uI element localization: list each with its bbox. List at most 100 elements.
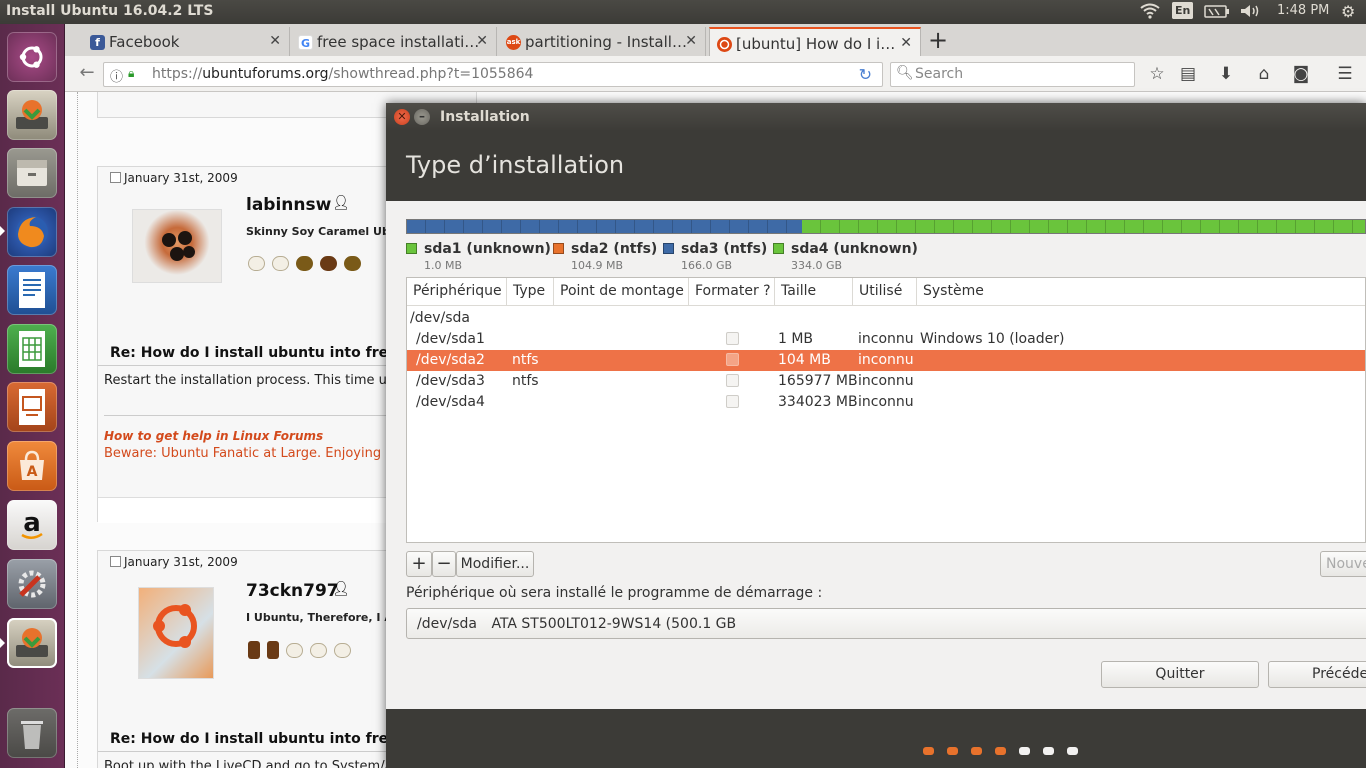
svg-text:A: A [27, 464, 38, 480]
ubuntu-installer-running-icon[interactable] [7, 618, 57, 668]
reading-list-icon[interactable]: ▤ [1177, 64, 1199, 84]
user-status-icon: 👤︎ [332, 581, 350, 597]
gear-icon[interactable]: ⚙ [1341, 2, 1355, 21]
battery-icon[interactable] [1204, 3, 1230, 21]
lock-icon[interactable]: 🔒︎ [128, 66, 134, 81]
amazon-icon[interactable]: a [7, 500, 57, 550]
trash-icon[interactable] [7, 708, 57, 758]
remove-partition-button[interactable]: − [432, 551, 456, 577]
cell-type: ntfs [512, 352, 539, 368]
table-row[interactable]: /dev/sda4 334023 MB inconnu [407, 392, 1365, 413]
launcher: A a [0, 24, 65, 768]
column-header-format[interactable]: Formater ? [689, 278, 775, 306]
search-input[interactable]: 🔍︎ Search [890, 62, 1135, 87]
new-tab-button[interactable]: + [928, 26, 948, 54]
table-row-selected[interactable]: /dev/sda2 ntfs 104 MB inconnu [407, 350, 1365, 371]
column-header-mount[interactable]: Point de montage [554, 278, 689, 306]
table-row[interactable]: /dev/sda3 ntfs 165977 MB inconnu [407, 371, 1365, 392]
new-partition-table-button[interactable]: Nouve [1320, 551, 1366, 577]
cell-used: inconnu [858, 352, 914, 368]
svg-text:a: a [23, 508, 41, 538]
close-icon[interactable]: ✕ [269, 33, 281, 49]
add-partition-button[interactable]: + [406, 551, 432, 577]
back-button[interactable]: ← [75, 62, 99, 86]
reload-icon[interactable]: ↻ [859, 65, 872, 84]
column-header-device[interactable]: Périphérique [407, 278, 507, 306]
legend-name: sda1 (unknown) [424, 241, 551, 257]
progress-dot-done [971, 747, 982, 755]
column-header-size[interactable]: Taille [775, 278, 853, 306]
system-settings-icon[interactable] [7, 559, 57, 609]
download-icon[interactable]: ⬇ [1215, 64, 1237, 84]
format-checkbox[interactable] [726, 374, 739, 387]
info-icon[interactable]: ⓘ [110, 66, 123, 85]
bootloader-label: Périphérique où sera installé le program… [406, 585, 823, 601]
volume-icon[interactable] [1239, 3, 1261, 21]
quit-button[interactable]: Quitter [1101, 661, 1259, 688]
pocket-icon[interactable]: ◙ [1290, 64, 1312, 84]
cell-size: 334023 MB [778, 394, 858, 410]
avatar[interactable] [132, 209, 222, 283]
progress-dot-done [923, 747, 934, 755]
bootloader-device-select[interactable]: /dev/sda ATA ST500LT012-9WS14 (500.1 GB [406, 608, 1366, 639]
firefox-icon[interactable] [7, 207, 57, 257]
post-select-checkbox[interactable] [110, 556, 121, 567]
cup-icon [334, 642, 351, 658]
partition-table[interactable]: Périphérique Type Point de montage Forma… [406, 277, 1366, 543]
tab-ubuntuforums[interactable]: [ubuntu] How do I i… ✕ [709, 27, 921, 56]
bottle-icon [267, 641, 279, 659]
close-icon[interactable]: ✕ [394, 109, 410, 125]
close-icon[interactable]: ✕ [900, 35, 912, 51]
facebook-icon: f [90, 35, 105, 50]
cell-device: /dev/sda1 [416, 331, 485, 347]
home-icon[interactable]: ⌂ [1253, 64, 1275, 84]
post-select-checkbox[interactable] [110, 172, 121, 183]
format-checkbox[interactable] [726, 395, 739, 408]
legend-name: sda3 (ntfs) [681, 241, 768, 257]
running-indicator [0, 226, 5, 236]
impress-icon[interactable] [7, 382, 57, 432]
column-header-system[interactable]: Système [917, 278, 1365, 306]
minimize-icon[interactable]: – [414, 109, 430, 125]
modify-partition-button[interactable]: Modifier... [456, 551, 534, 577]
files-icon[interactable] [7, 148, 57, 198]
legend-size: 334.0 GB [791, 259, 843, 272]
tab-google[interactable]: G free space installati… ✕ [291, 27, 497, 56]
search-placeholder: Search [915, 66, 964, 82]
back-button[interactable]: Précéde [1268, 661, 1366, 688]
clock[interactable]: 1:48 PM [1277, 3, 1329, 21]
tab-facebook[interactable]: f Facebook ✕ [83, 27, 290, 56]
cell-size: 1 MB [778, 331, 814, 347]
username[interactable]: 73ckn797 [246, 581, 339, 601]
ubuntu-installer-icon[interactable] [7, 90, 57, 140]
legend-swatch [553, 243, 564, 254]
wifi-icon[interactable] [1140, 3, 1160, 21]
table-row[interactable]: /dev/sda [407, 308, 1365, 329]
keyboard-indicator[interactable]: En [1172, 2, 1194, 21]
url-bar[interactable]: ⓘ 🔒︎ https://ubuntuforums.org/showthread… [103, 62, 883, 87]
column-header-type[interactable]: Type [507, 278, 554, 306]
installer-titlebar: ✕ – Installation [386, 103, 1366, 131]
format-checkbox[interactable] [726, 332, 739, 345]
cell-used: inconnu [858, 373, 914, 389]
post-date: January 31st, 2009 [124, 171, 238, 185]
column-header-used[interactable]: Utilisé [853, 278, 917, 306]
tab-askubuntu[interactable]: ask partitioning - Install… ✕ [499, 27, 706, 56]
cell-system: Windows 10 (loader) [920, 331, 1065, 347]
dash-home-icon[interactable] [7, 32, 57, 82]
table-row[interactable]: /dev/sda1 1 MB inconnu Windows 10 (loade… [407, 329, 1365, 350]
software-center-icon[interactable]: A [7, 441, 57, 491]
format-checkbox[interactable] [726, 353, 739, 366]
close-icon[interactable]: ✕ [476, 33, 488, 49]
username[interactable]: labinnsw [246, 195, 331, 215]
url-scheme: https:// [152, 66, 203, 82]
menu-icon[interactable]: ☰ [1334, 64, 1356, 84]
signature-link[interactable]: How to get help in Linux Forums [104, 429, 323, 443]
calc-icon[interactable] [7, 324, 57, 374]
close-icon[interactable]: ✕ [685, 33, 697, 49]
bookmark-star-icon[interactable]: ☆ [1146, 64, 1168, 84]
writer-icon[interactable] [7, 265, 57, 315]
avatar[interactable] [138, 587, 214, 679]
tab-bar: f Facebook ✕ G free space installati… ✕ … [65, 24, 1366, 56]
legend-size: 166.0 GB [681, 259, 733, 272]
